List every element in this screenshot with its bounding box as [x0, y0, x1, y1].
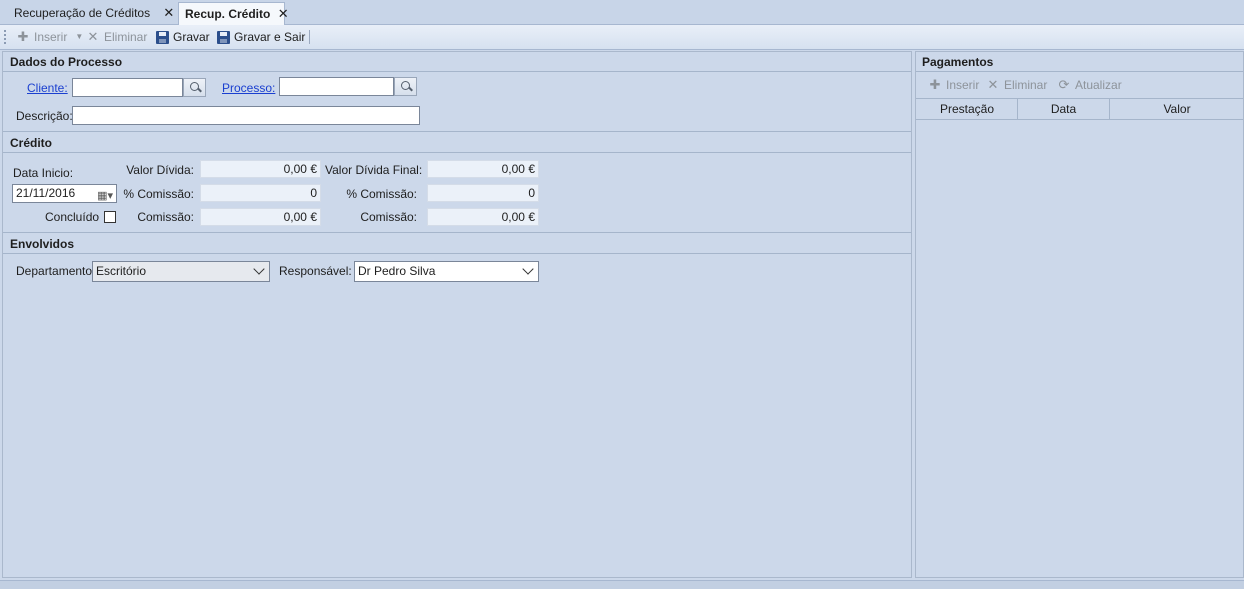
divider	[3, 71, 911, 72]
tab-recup-credito[interactable]: Recup. Crédito ✕	[178, 2, 289, 25]
gravar-button[interactable]: Gravar	[156, 29, 210, 45]
pagamentos-atualizar-button[interactable]: ⟳ Atualizar	[1057, 77, 1122, 93]
section-title-envolvidos: Envolvidos	[10, 237, 75, 251]
divider	[3, 131, 911, 132]
valor-divida-final-field[interactable]: 0,00 €	[427, 160, 539, 178]
data-inicio-label: Data Inicio:	[13, 166, 74, 180]
section-title-credito: Crédito	[10, 136, 52, 150]
refresh-icon: ⟳	[1058, 77, 1070, 92]
divider	[3, 152, 911, 153]
inserir-button[interactable]: ✚ Inserir ▼	[16, 29, 84, 45]
descricao-label: Descrição:	[16, 109, 73, 123]
plus-icon: ✚	[929, 77, 941, 92]
responsavel-select[interactable]: Dr Pedro Silva	[354, 261, 539, 282]
pagamentos-inserir-button[interactable]: ✚ Inserir	[928, 77, 980, 93]
divider	[3, 253, 911, 254]
toolbar: ✚ Inserir ▼ ✕ Eliminar Gravar Gravar e S…	[0, 25, 1244, 50]
close-icon[interactable]: ✕	[278, 6, 289, 21]
eliminar-label: Eliminar	[1004, 78, 1048, 92]
processo-input[interactable]	[279, 77, 394, 96]
x-icon: ✕	[987, 77, 999, 92]
comissao-label: Comissão:	[137, 210, 194, 224]
plus-icon: ✚	[17, 29, 29, 44]
cliente-input[interactable]	[72, 78, 183, 97]
cliente-link[interactable]: Cliente:	[27, 81, 68, 95]
data-inicio-value: 21/11/2016	[16, 186, 76, 200]
comissao-pct-field[interactable]: 0	[200, 184, 321, 202]
gravar-label: Gravar	[173, 30, 210, 44]
departamento-label: Departamento:	[16, 264, 96, 278]
gravar-sair-button[interactable]: Gravar e Sair	[217, 29, 305, 45]
tab-strip: Recuperação de Créditos ✕ Recup. Crédito…	[0, 0, 1244, 25]
responsavel-value: Dr Pedro Silva	[358, 264, 436, 278]
eliminar-button[interactable]: ✕ Eliminar	[86, 29, 148, 45]
column-header-data[interactable]: Data	[1018, 99, 1109, 119]
valor-divida-field[interactable]: 0,00 €	[200, 160, 321, 178]
column-header-prestacao[interactable]: Prestação	[917, 99, 1017, 119]
pagamentos-panel	[915, 51, 1244, 578]
tab-label: Recup. Crédito	[185, 7, 271, 21]
comissao-field[interactable]: 0,00 €	[200, 208, 321, 226]
departamento-value: Escritório	[96, 264, 147, 278]
atualizar-label: Atualizar	[1075, 78, 1122, 92]
section-title-dados-processo: Dados do Processo	[10, 55, 123, 69]
pagamentos-eliminar-button[interactable]: ✕ Eliminar	[986, 77, 1048, 93]
data-inicio-picker[interactable]: 21/11/2016 ▦▾	[12, 184, 117, 203]
chevron-down-icon	[253, 263, 265, 275]
descricao-input[interactable]	[72, 106, 420, 125]
close-icon[interactable]: ✕	[163, 5, 174, 20]
dropdown-arrow-icon[interactable]: ▼	[75, 29, 83, 45]
save-close-icon	[217, 30, 230, 44]
tab-label: Recuperação de Créditos	[14, 6, 151, 20]
responsavel-label: Responsável:	[279, 264, 352, 278]
save-icon	[156, 30, 169, 44]
concluido-label: Concluído	[45, 210, 100, 224]
comissao2-field[interactable]: 0,00 €	[427, 208, 539, 226]
valor-divida-final-label: Valor Dívida Final:	[325, 163, 423, 177]
toolbar-grip[interactable]	[4, 30, 6, 44]
cliente-search-button[interactable]	[183, 78, 206, 97]
processo-search-button[interactable]	[394, 77, 417, 96]
tab-recuperacao-creditos[interactable]: Recuperação de Créditos ✕	[8, 2, 174, 24]
gravar-sair-label: Gravar e Sair	[234, 30, 306, 44]
comissao-pct-label: % Comissão:	[123, 187, 194, 201]
comissao2-label: Comissão:	[360, 210, 417, 224]
processo-link[interactable]: Processo:	[222, 81, 275, 95]
inserir-label: Inserir	[946, 78, 980, 92]
comissao-pct2-field[interactable]: 0	[427, 184, 539, 202]
chevron-down-icon	[522, 263, 534, 275]
x-icon: ✕	[87, 29, 99, 44]
comissao-pct2-label: % Comissão:	[346, 187, 417, 201]
toolbar-separator	[309, 30, 310, 44]
inserir-label: Inserir	[34, 30, 68, 44]
valor-divida-label: Valor Dívida:	[126, 163, 194, 177]
column-header-valor[interactable]: Valor	[1110, 99, 1244, 119]
grid-header-border	[916, 119, 1243, 120]
eliminar-label: Eliminar	[104, 30, 148, 44]
divider	[916, 71, 1243, 72]
departamento-select[interactable]: Escritório	[92, 261, 270, 282]
section-title-pagamentos: Pagamentos	[922, 55, 994, 69]
divider	[3, 232, 911, 233]
